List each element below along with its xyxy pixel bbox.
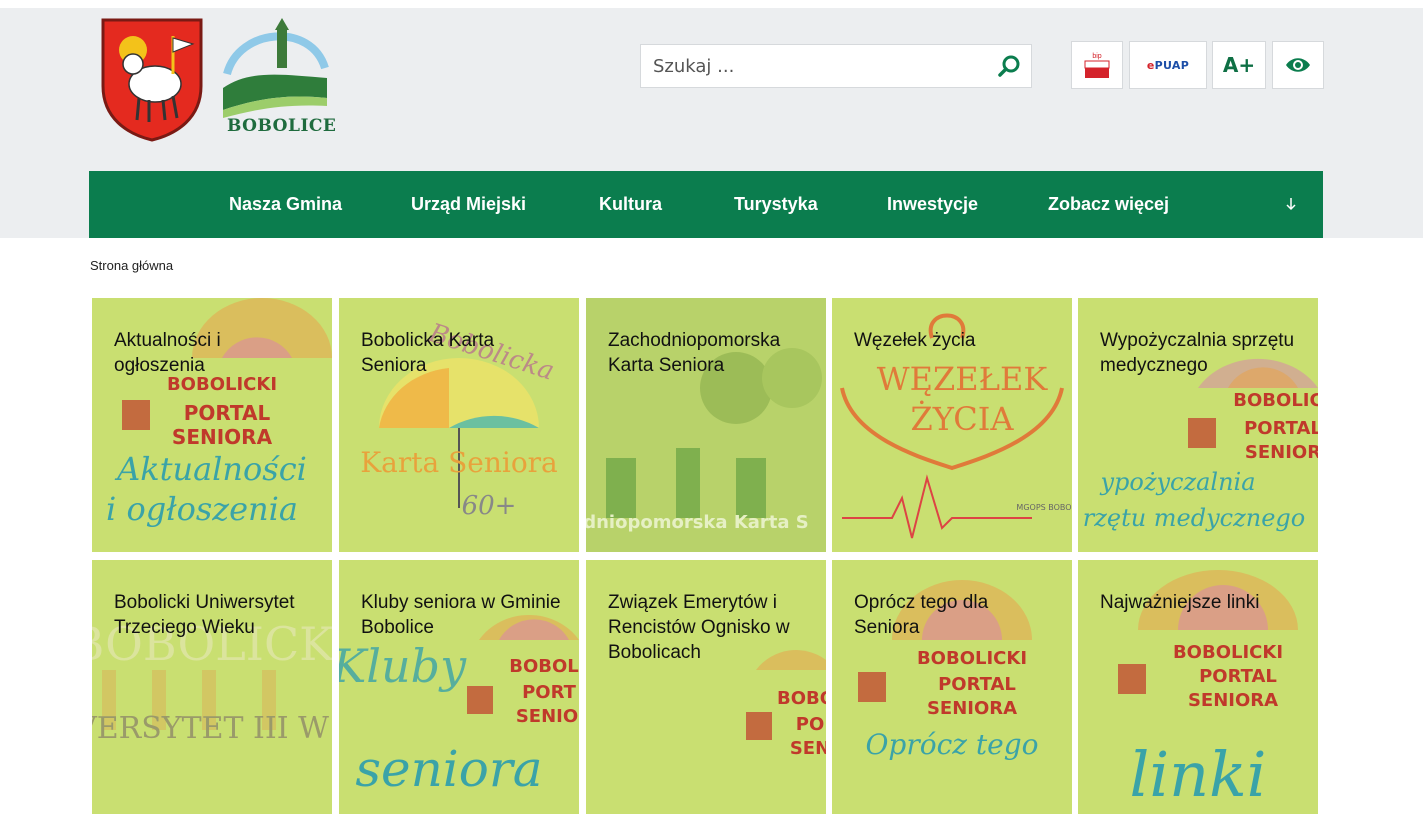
tile-title: Oprócz tego dla Seniora bbox=[854, 592, 989, 638]
epuap-label-rest: PUAP bbox=[1154, 58, 1190, 72]
tile-najwazniejsze-linki[interactable]: BOBOLICKI PORTAL SENIORA linki Najważnie… bbox=[1078, 560, 1318, 814]
svg-text:Oprócz tego: Oprócz tego bbox=[865, 728, 1038, 761]
tile-title: Najważniejsze linki bbox=[1100, 592, 1260, 613]
contrast-button[interactable] bbox=[1272, 41, 1324, 89]
tile-title: Zachodniopomorska Karta Seniora bbox=[608, 330, 781, 376]
nav-item-inwestycje[interactable]: Inwestycje bbox=[887, 171, 978, 238]
bip-icon: bip bbox=[1084, 53, 1110, 78]
svg-text:SENIOR: SENIOR bbox=[1245, 442, 1318, 463]
top-strip bbox=[0, 0, 1423, 8]
svg-text:PORTAL: PORTAL bbox=[184, 401, 271, 425]
tile-title: Kluby seniora w Gminie Bobolice bbox=[361, 592, 561, 638]
tile-oprocz-tego[interactable]: BOBOLICKI PORTAL SENIORA Oprócz tego Opr… bbox=[832, 560, 1072, 814]
svg-text:linki: linki bbox=[1130, 738, 1267, 811]
svg-text:Kluby: Kluby bbox=[339, 639, 467, 693]
town-logo-text: BOBOLICE bbox=[227, 116, 337, 136]
nav-item-turystyka[interactable]: Turystyka bbox=[734, 171, 818, 238]
svg-text:SEN: SEN bbox=[790, 738, 826, 759]
coat-of-arms-icon[interactable] bbox=[99, 16, 205, 142]
tile-title: Bobolicki Uniwersytet Trzeciego Wieku bbox=[114, 592, 295, 638]
svg-text:BOBO: BOBO bbox=[777, 688, 826, 709]
svg-text:BOBOLICKI: BOBOLICKI bbox=[917, 648, 1027, 669]
bip-label: bip bbox=[1092, 53, 1101, 60]
arrow-down-icon[interactable] bbox=[1284, 196, 1298, 212]
search-icon[interactable] bbox=[997, 53, 1023, 79]
svg-text:SENIORA: SENIORA bbox=[172, 425, 273, 449]
nav-item-kultura[interactable]: Kultura bbox=[599, 171, 662, 238]
svg-text:PORTAL: PORTAL bbox=[938, 674, 1016, 695]
tile-title: Aktualności i ogłoszenia bbox=[114, 330, 221, 376]
font-size-button[interactable]: A+ bbox=[1212, 41, 1266, 89]
tile-bobolicka-karta-seniora[interactable]: Bobolicka Karta Seniora 60+ Bobolicka Ka… bbox=[339, 298, 579, 552]
svg-text:SENIORA: SENIORA bbox=[927, 698, 1017, 719]
tile-title: Bobolicka Karta Seniora bbox=[361, 330, 495, 376]
svg-text:WĘZEŁEK: WĘZEŁEK bbox=[877, 360, 1049, 398]
bip-button[interactable]: bip bbox=[1071, 41, 1123, 89]
town-logo-icon bbox=[223, 18, 329, 118]
svg-text:ŻYCIA: ŻYCIA bbox=[910, 400, 1014, 438]
svg-text:Karta Seniora: Karta Seniora bbox=[360, 446, 558, 479]
tile-zachodniopomorska-karta-seniora[interactable]: dniopomorska Karta S Zachodniopomorska K… bbox=[586, 298, 826, 552]
svg-text:dniopomorska Karta S: dniopomorska Karta S bbox=[586, 512, 809, 533]
svg-text:VERSYTET III W: VERSYTET III W bbox=[92, 711, 329, 746]
svg-text:PORTAL: PORTAL bbox=[1199, 666, 1277, 687]
tile-title: Wypożyczalnia sprzętu medycznego bbox=[1100, 330, 1295, 376]
epuap-label-e: e bbox=[1146, 58, 1155, 72]
svg-text:PORTAL: PORTAL bbox=[1244, 418, 1318, 439]
tile-zwiazek-emerytow[interactable]: BOBO PO SEN Związek Emerytów i Rencistów… bbox=[586, 560, 826, 814]
epuap-label: ePUAP bbox=[1147, 59, 1189, 72]
tile-title: Węzełek życia bbox=[854, 330, 976, 351]
nav-item-nasza-gmina[interactable]: Nasza Gmina bbox=[229, 171, 342, 238]
tile-uniwersytet-trzeciego-wieku[interactable]: BOBOLICK VERSYTET III W Bobolicki Uniwer… bbox=[92, 560, 332, 814]
svg-text:BOBOLICKI: BOBOLICKI bbox=[1173, 642, 1283, 663]
tile-wypozyczalnia[interactable]: BOBOLIC PORTAL SENIOR ypożyczalnia rzętu… bbox=[1078, 298, 1318, 552]
svg-text:PORT: PORT bbox=[522, 682, 577, 703]
search-input[interactable] bbox=[653, 45, 973, 87]
nav-item-urzad-miejski[interactable]: Urząd Miejski bbox=[411, 171, 526, 238]
eye-icon bbox=[1286, 58, 1310, 72]
breadcrumb: Strona główna bbox=[90, 258, 173, 273]
search-box bbox=[640, 44, 1032, 88]
svg-text:rzętu medycznego: rzętu medycznego bbox=[1083, 504, 1306, 532]
epuap-button[interactable]: ePUAP bbox=[1129, 41, 1207, 89]
svg-text:seniora: seniora bbox=[355, 740, 542, 798]
svg-text:SENIORA: SENIORA bbox=[1188, 690, 1278, 711]
svg-text:BOBOL: BOBOL bbox=[509, 656, 579, 677]
svg-text:i ogłoszenia: i ogłoszenia bbox=[106, 490, 298, 528]
tile-aktualnosci[interactable]: BOBOLICKI PORTAL SENIORA Aktualności i o… bbox=[92, 298, 332, 552]
svg-text:PO: PO bbox=[796, 714, 825, 735]
svg-text:SENIO: SENIO bbox=[516, 706, 578, 727]
tile-wezelek-zycia[interactable]: WĘZEŁEK ŻYCIA MGOPS BOBO Węzełek życia bbox=[832, 298, 1072, 552]
main-nav: Nasza Gmina Urząd Miejski Kultura Turyst… bbox=[89, 171, 1323, 238]
nav-item-zobacz-wiecej[interactable]: Zobacz więcej bbox=[1048, 171, 1169, 238]
svg-text:60+: 60+ bbox=[462, 491, 517, 521]
svg-text:BOBOLIC: BOBOLIC bbox=[1233, 390, 1318, 411]
tile-kluby-seniora[interactable]: Kluby BOBOL PORT SENIO seniora Kluby sen… bbox=[339, 560, 579, 814]
town-logo[interactable]: BOBOLICE bbox=[219, 18, 336, 142]
tile-title: Związek Emerytów i Rencistów Ognisko w B… bbox=[608, 592, 790, 663]
breadcrumb-home[interactable]: Strona główna bbox=[90, 258, 173, 273]
svg-text:Aktualności: Aktualności bbox=[114, 450, 307, 488]
svg-text:MGOPS BOBO: MGOPS BOBO bbox=[1016, 503, 1071, 512]
svg-text:ypożyczalnia: ypożyczalnia bbox=[1099, 468, 1255, 496]
